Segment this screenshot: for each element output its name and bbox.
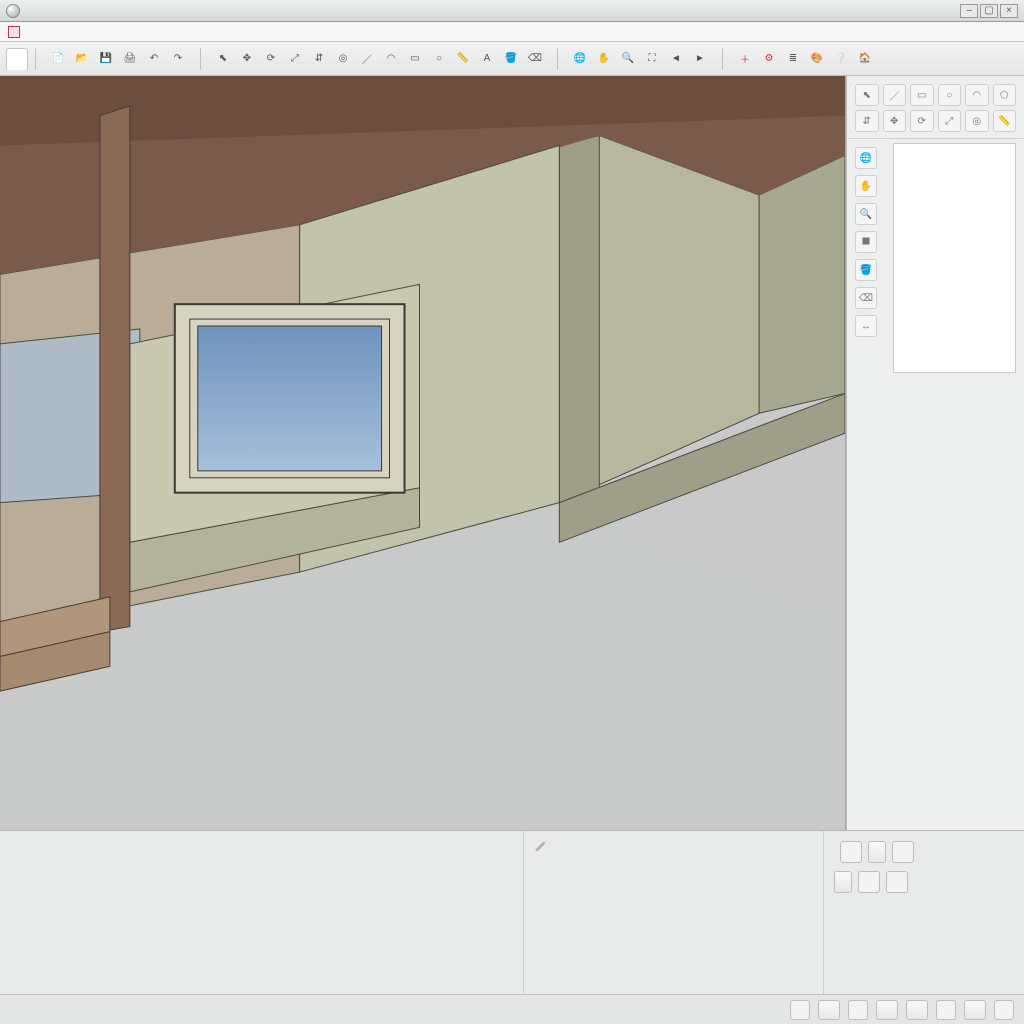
- move-icon[interactable]: ✥: [236, 48, 258, 70]
- pan-icon[interactable]: ✋: [593, 48, 615, 70]
- file-open-icon[interactable]: 📂: [71, 48, 93, 70]
- col-section-icon[interactable]: ⯀: [855, 231, 877, 253]
- document-tab[interactable]: [6, 48, 28, 70]
- dock-sq-3[interactable]: [858, 871, 880, 893]
- footer-btn-1[interactable]: [818, 1000, 840, 1020]
- toolbar-group-camera: 🌐 ✋ 🔍 ⛶ ◄ ►: [565, 48, 715, 70]
- circle-icon[interactable]: ○: [428, 48, 450, 70]
- col-orbit-icon[interactable]: 🌐: [855, 147, 877, 169]
- tape-icon[interactable]: 📏: [452, 48, 474, 70]
- footer-sq-3[interactable]: [936, 1000, 956, 1020]
- next-view-icon[interactable]: ►: [689, 48, 711, 70]
- separator: [557, 48, 558, 70]
- select-icon[interactable]: ⬉: [212, 48, 234, 70]
- footer-btn-2[interactable]: [876, 1000, 898, 1020]
- side-panel: ⬉ ／ ▭ ○ ◠ ⬠ ⇵ ✥ ⟳ ⤢ ◎ 📏 🌐 ✋ 🔍 ⯀ 🪣: [846, 76, 1024, 830]
- col-zoom-icon[interactable]: 🔍: [855, 203, 877, 225]
- warehouse-icon[interactable]: 🏠: [854, 48, 876, 70]
- dock-btn-1[interactable]: [868, 841, 886, 863]
- file-save-icon[interactable]: 💾: [95, 48, 117, 70]
- col-pan-icon[interactable]: ✋: [855, 175, 877, 197]
- undo-icon[interactable]: ↶: [143, 48, 165, 70]
- model-viewport[interactable]: [0, 76, 846, 830]
- palette-tape-icon[interactable]: 📏: [993, 110, 1017, 132]
- footer-sq-4[interactable]: [994, 1000, 1014, 1020]
- offset-icon[interactable]: ◎: [332, 48, 354, 70]
- window-controls: – ▢ ×: [960, 4, 1018, 18]
- help-icon[interactable]: ❔: [830, 48, 852, 70]
- palette-circle-icon[interactable]: ○: [938, 84, 962, 106]
- palette-scale-icon[interactable]: ⤢: [938, 110, 962, 132]
- col-dims-icon[interactable]: ↔: [855, 315, 877, 337]
- zoom-icon[interactable]: 🔍: [617, 48, 639, 70]
- settings-icon[interactable]: ⚙: [758, 48, 780, 70]
- arc-icon[interactable]: ◠: [380, 48, 402, 70]
- separator: [35, 48, 36, 70]
- paint-icon[interactable]: 🪣: [500, 48, 522, 70]
- zoom-extents-icon[interactable]: ⛶: [641, 48, 663, 70]
- palette-offset-icon[interactable]: ◎: [965, 110, 989, 132]
- palette-poly-icon[interactable]: ⬠: [993, 84, 1017, 106]
- side-column-tools: 🌐 ✋ 🔍 ⯀ 🪣 ⌫ ↔: [847, 139, 885, 381]
- palette-push-icon[interactable]: ⇵: [855, 110, 879, 132]
- footer-sq-2[interactable]: [848, 1000, 868, 1020]
- layers-icon[interactable]: ≣: [782, 48, 804, 70]
- main-toolbar: 📄 📂 💾 🖨 ↶ ↷ ⬉ ✥ ⟳ ⤢ ⇵ ◎ ／ ◠ ▭ ○ 📏 A 🪣 ⌫ …: [0, 42, 1024, 76]
- styles-icon[interactable]: 🎨: [806, 48, 828, 70]
- workspace: ⬉ ／ ▭ ○ ◠ ⬠ ⇵ ✥ ⟳ ⤢ ◎ 📏 🌐 ✋ 🔍 ⯀ 🪣: [0, 76, 1024, 830]
- title-bar: – ▢ ×: [0, 0, 1024, 22]
- dock-sq-4[interactable]: [886, 871, 908, 893]
- bottom-dock: [0, 830, 1024, 994]
- separator: [200, 48, 201, 70]
- line-icon[interactable]: ／: [356, 48, 378, 70]
- maximize-button[interactable]: ▢: [980, 4, 998, 18]
- rotate-icon[interactable]: ⟳: [260, 48, 282, 70]
- scene-render: [0, 76, 845, 830]
- app-orb-icon: [6, 4, 20, 18]
- pushpull-icon[interactable]: ⇵: [308, 48, 330, 70]
- toolbar-group-misc: ＋ ⚙ ≣ 🎨 ❔ 🏠: [730, 48, 880, 70]
- palette-select-icon[interactable]: ⬉: [855, 84, 879, 106]
- file-new-icon[interactable]: 📄: [47, 48, 69, 70]
- footer-bar: [0, 994, 1024, 1024]
- path-bar: [0, 22, 1024, 42]
- app-root: – ▢ × 📄 📂 💾 🖨 ↶ ↷ ⬉ ✥ ⟳ ⤢ ⇵ ◎ ／ ◠: [0, 0, 1024, 1024]
- redo-icon[interactable]: ↷: [167, 48, 189, 70]
- toolbar-group-file: 📄 📂 💾 🖨 ↶ ↷: [43, 48, 193, 70]
- dock-btn-2[interactable]: [834, 871, 852, 893]
- footer-sq-1[interactable]: [790, 1000, 810, 1020]
- footer-btn-4[interactable]: [964, 1000, 986, 1020]
- status-column: [0, 831, 524, 994]
- dock-sq-2[interactable]: [892, 841, 914, 863]
- separator: [722, 48, 723, 70]
- print-icon[interactable]: 🖨: [119, 48, 141, 70]
- prev-view-icon[interactable]: ◄: [665, 48, 687, 70]
- add-icon[interactable]: ＋: [734, 48, 756, 70]
- text-icon[interactable]: A: [476, 48, 498, 70]
- hint-column: [524, 831, 824, 994]
- palette-move-icon[interactable]: ✥: [883, 110, 907, 132]
- scale-icon[interactable]: ⤢: [284, 48, 306, 70]
- panel-label: [885, 373, 1024, 381]
- toolbar-group-draw: ⬉ ✥ ⟳ ⤢ ⇵ ◎ ／ ◠ ▭ ○ 📏 A 🪣 ⌫: [208, 48, 550, 70]
- rect-icon[interactable]: ▭: [404, 48, 426, 70]
- col-erase-icon[interactable]: ⌫: [855, 287, 877, 309]
- preview-pane: [893, 143, 1016, 373]
- minimize-button[interactable]: –: [960, 4, 978, 18]
- close-button[interactable]: ×: [1000, 4, 1018, 18]
- dock-sq-1[interactable]: [840, 841, 862, 863]
- palette-arc-icon[interactable]: ◠: [965, 84, 989, 106]
- palette-rotate-icon[interactable]: ⟳: [910, 110, 934, 132]
- erase-icon[interactable]: ⌫: [524, 48, 546, 70]
- tool-palette: ⬉ ／ ▭ ○ ◠ ⬠ ⇵ ✥ ⟳ ⤢ ◎ 📏: [847, 76, 1024, 139]
- footer-btn-3[interactable]: [906, 1000, 928, 1020]
- orbit-icon[interactable]: 🌐: [569, 48, 591, 70]
- palette-rect-icon[interactable]: ▭: [910, 84, 934, 106]
- col-paint-icon[interactable]: 🪣: [855, 259, 877, 281]
- doc-chip-icon: [8, 26, 20, 38]
- palette-line-icon[interactable]: ／: [883, 84, 907, 106]
- pencil-icon: [531, 836, 551, 856]
- dock-column: [824, 831, 1024, 994]
